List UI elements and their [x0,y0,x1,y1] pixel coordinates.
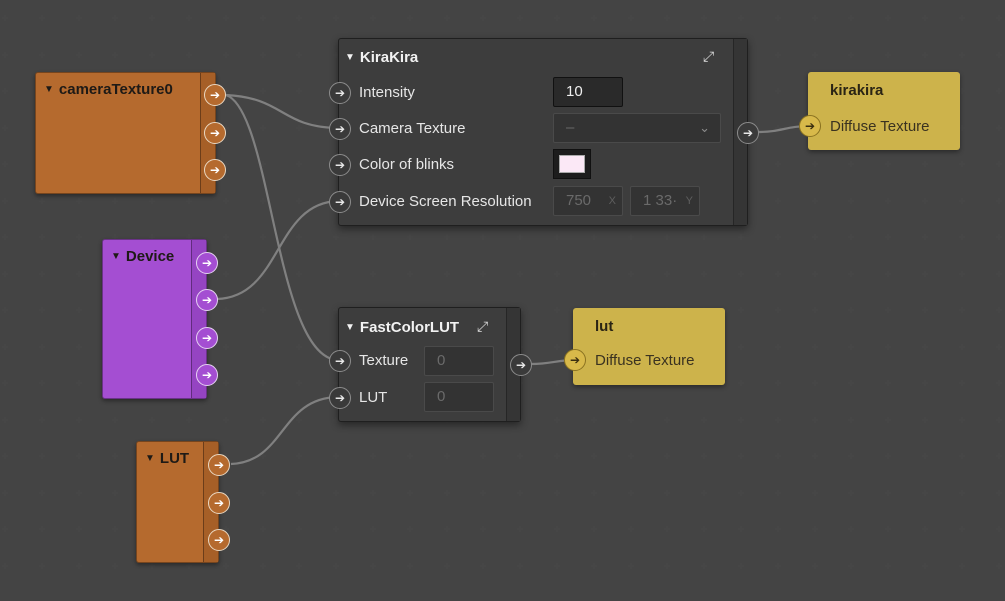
intensity-input[interactable]: 10 [553,77,623,107]
resolution-x-input[interactable]: 750 X [553,186,623,216]
y-axis-label: Y [685,195,693,207]
triangle-down-icon[interactable]: ▼ [345,52,355,63]
texture-label: Texture [359,352,409,369]
triangle-down-icon[interactable]: ▼ [145,453,155,464]
camera-texture-node[interactable]: ▼ cameraTexture0 ➔ ➔ ➔ [35,72,226,194]
node-title[interactable]: ▼ KiraKira [345,49,418,66]
triangle-down-icon[interactable]: ▼ [44,84,54,95]
node-title[interactable]: ▼ LUT [145,450,189,467]
triangle-down-icon[interactable]: ▼ [345,322,355,333]
expand-arrows-icon[interactable]: ⤢ [703,48,714,65]
texture-input-port[interactable]: ➔ [329,350,351,372]
camera-output-port-1[interactable]: ➔ [204,84,226,106]
intensity-input-port[interactable]: ➔ [329,82,351,104]
triangle-down-icon[interactable]: ▼ [111,251,121,262]
diffuse-texture-input-port[interactable]: ➔ [564,349,586,371]
camera-texture-dropdown[interactable]: – ⌄ [553,113,721,143]
chevron-down-icon: ⌄ [699,120,710,135]
lut-input[interactable]: 0 [424,382,494,412]
lut-output-port-3[interactable]: ➔ [208,529,230,551]
resolution-y-value: 1 33· [643,192,678,209]
kirakira-output-port[interactable]: ➔ [737,122,759,144]
diffuse-texture-label: Diffuse Texture [830,118,930,135]
fastcolorlut-output-port[interactable]: ➔ [510,354,532,376]
expand-arrows-icon[interactable]: ⤢ [477,318,488,335]
texture-input[interactable]: 0 [424,346,494,376]
x-axis-label: X [608,195,616,207]
device-screen-resolution-input-port[interactable]: ➔ [329,191,351,213]
color-of-blinks-input-port[interactable]: ➔ [329,154,351,176]
resolution-y-input[interactable]: 1 33· Y [630,186,700,216]
camera-output-port-2[interactable]: ➔ [204,122,226,144]
camera-output-port-3[interactable]: ➔ [204,159,226,181]
lut-source-node[interactable]: ▼ LUT ➔ ➔ ➔ [136,441,230,563]
intensity-label: Intensity [359,84,415,101]
node-title[interactable]: kirakira [830,82,883,99]
color-preview [559,155,585,173]
device-output-port-3[interactable]: ➔ [196,327,218,349]
node-title[interactable]: ▼ cameraTexture0 [44,81,173,98]
node-title[interactable]: ▼ Device [111,248,174,265]
kirakira-output-node[interactable]: kirakira ➔ Diffuse Texture [799,72,960,150]
lut-output-node[interactable]: lut ➔ Diffuse Texture [564,308,725,385]
lut-label: LUT [359,389,388,406]
lut-input-port[interactable]: ➔ [329,387,351,409]
lut-output-port-1[interactable]: ➔ [208,454,230,476]
node-title[interactable]: lut [595,318,613,335]
device-output-port-4[interactable]: ➔ [196,364,218,386]
color-of-blinks-swatch[interactable] [553,149,591,179]
device-output-port-2[interactable]: ➔ [196,289,218,311]
diffuse-texture-label: Diffuse Texture [595,352,695,369]
device-screen-resolution-label: Device Screen Resolution [359,193,532,210]
diffuse-texture-input-port[interactable]: ➔ [799,115,821,137]
camera-texture-label: Camera Texture [359,120,466,137]
camera-texture-value: – [566,119,575,136]
resolution-x-value: 750 [566,192,592,209]
lut-output-port-2[interactable]: ➔ [208,492,230,514]
fastcolorlut-node[interactable]: ▼ FastColorLUT ⤢ ➔ Texture 0 ➔ LUT 0 ➔ [329,307,532,422]
kirakira-node[interactable]: ▼ KiraKira ⤢ ➔ Intensity 10 ➔ Camera Text… [329,38,759,226]
device-output-port-1[interactable]: ➔ [196,252,218,274]
node-title[interactable]: ▼ FastColorLUT [345,319,459,336]
color-of-blinks-label: Color of blinks [359,156,455,173]
device-node[interactable]: ▼ Device ➔ ➔ ➔ ➔ [102,239,218,399]
camera-texture-input-port[interactable]: ➔ [329,118,351,140]
